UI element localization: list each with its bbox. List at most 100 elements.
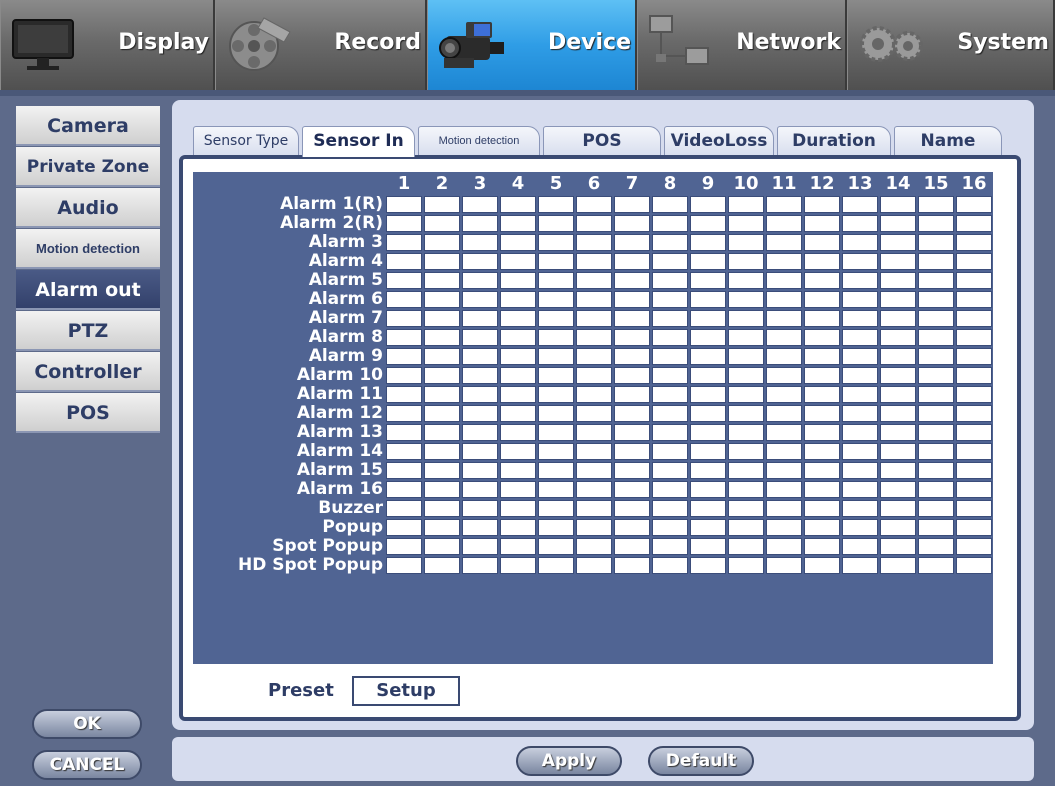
matrix-checkbox-cell[interactable] (500, 291, 536, 308)
matrix-checkbox-cell[interactable] (500, 367, 536, 384)
matrix-checkbox-cell[interactable] (956, 329, 992, 346)
matrix-checkbox-cell[interactable] (956, 253, 992, 270)
tab-motion-detection[interactable]: Motion detection (418, 126, 540, 156)
matrix-checkbox-cell[interactable] (918, 253, 954, 270)
matrix-checkbox-cell[interactable] (804, 386, 840, 403)
matrix-checkbox-cell[interactable] (652, 310, 688, 327)
sidebar-item-private-zone[interactable]: Private Zone (16, 147, 160, 187)
matrix-checkbox-cell[interactable] (842, 462, 878, 479)
matrix-checkbox-cell[interactable] (462, 424, 498, 441)
matrix-checkbox-cell[interactable] (500, 348, 536, 365)
matrix-checkbox-cell[interactable] (880, 291, 916, 308)
matrix-checkbox-cell[interactable] (424, 500, 460, 517)
matrix-checkbox-cell[interactable] (652, 329, 688, 346)
matrix-checkbox-cell[interactable] (652, 253, 688, 270)
matrix-checkbox-cell[interactable] (386, 329, 422, 346)
matrix-checkbox-cell[interactable] (538, 405, 574, 422)
matrix-checkbox-cell[interactable] (576, 481, 612, 498)
matrix-checkbox-cell[interactable] (690, 272, 726, 289)
matrix-checkbox-cell[interactable] (690, 462, 726, 479)
matrix-checkbox-cell[interactable] (538, 310, 574, 327)
matrix-checkbox-cell[interactable] (804, 405, 840, 422)
matrix-checkbox-cell[interactable] (842, 519, 878, 536)
matrix-checkbox-cell[interactable] (424, 557, 460, 574)
matrix-checkbox-cell[interactable] (538, 557, 574, 574)
matrix-checkbox-cell[interactable] (728, 310, 764, 327)
matrix-checkbox-cell[interactable] (728, 329, 764, 346)
matrix-checkbox-cell[interactable] (880, 386, 916, 403)
matrix-checkbox-cell[interactable] (538, 234, 574, 251)
matrix-checkbox-cell[interactable] (424, 196, 460, 213)
tab-pos[interactable]: POS (543, 126, 661, 156)
tab-name[interactable]: Name (894, 126, 1002, 156)
matrix-checkbox-cell[interactable] (766, 215, 802, 232)
matrix-checkbox-cell[interactable] (538, 500, 574, 517)
matrix-checkbox-cell[interactable] (690, 443, 726, 460)
matrix-checkbox-cell[interactable] (538, 329, 574, 346)
matrix-checkbox-cell[interactable] (956, 462, 992, 479)
matrix-checkbox-cell[interactable] (500, 272, 536, 289)
matrix-checkbox-cell[interactable] (690, 557, 726, 574)
matrix-checkbox-cell[interactable] (842, 386, 878, 403)
matrix-checkbox-cell[interactable] (538, 424, 574, 441)
matrix-checkbox-cell[interactable] (956, 557, 992, 574)
matrix-checkbox-cell[interactable] (576, 500, 612, 517)
matrix-checkbox-cell[interactable] (766, 557, 802, 574)
matrix-checkbox-cell[interactable] (804, 310, 840, 327)
matrix-checkbox-cell[interactable] (918, 386, 954, 403)
matrix-checkbox-cell[interactable] (766, 519, 802, 536)
matrix-checkbox-cell[interactable] (766, 196, 802, 213)
matrix-checkbox-cell[interactable] (690, 253, 726, 270)
matrix-checkbox-cell[interactable] (576, 557, 612, 574)
top-tab-record[interactable]: Record (215, 0, 427, 90)
matrix-checkbox-cell[interactable] (880, 215, 916, 232)
matrix-checkbox-cell[interactable] (614, 500, 650, 517)
matrix-checkbox-cell[interactable] (804, 424, 840, 441)
matrix-checkbox-cell[interactable] (386, 348, 422, 365)
sidebar-item-audio[interactable]: Audio (16, 188, 160, 228)
matrix-checkbox-cell[interactable] (880, 500, 916, 517)
matrix-checkbox-cell[interactable] (956, 348, 992, 365)
matrix-checkbox-cell[interactable] (462, 405, 498, 422)
matrix-checkbox-cell[interactable] (576, 462, 612, 479)
matrix-checkbox-cell[interactable] (538, 386, 574, 403)
matrix-checkbox-cell[interactable] (538, 196, 574, 213)
matrix-checkbox-cell[interactable] (766, 310, 802, 327)
matrix-checkbox-cell[interactable] (728, 462, 764, 479)
matrix-checkbox-cell[interactable] (386, 462, 422, 479)
matrix-checkbox-cell[interactable] (614, 310, 650, 327)
matrix-checkbox-cell[interactable] (386, 481, 422, 498)
top-tab-system[interactable]: System (847, 0, 1055, 90)
matrix-checkbox-cell[interactable] (538, 481, 574, 498)
preset-setup-button[interactable]: Setup (352, 676, 460, 706)
matrix-checkbox-cell[interactable] (386, 424, 422, 441)
matrix-checkbox-cell[interactable] (804, 367, 840, 384)
matrix-checkbox-cell[interactable] (614, 481, 650, 498)
matrix-checkbox-cell[interactable] (538, 462, 574, 479)
matrix-checkbox-cell[interactable] (576, 538, 612, 555)
matrix-checkbox-cell[interactable] (576, 519, 612, 536)
matrix-checkbox-cell[interactable] (690, 310, 726, 327)
matrix-checkbox-cell[interactable] (804, 348, 840, 365)
matrix-checkbox-cell[interactable] (386, 500, 422, 517)
matrix-checkbox-cell[interactable] (538, 253, 574, 270)
matrix-checkbox-cell[interactable] (918, 291, 954, 308)
matrix-checkbox-cell[interactable] (956, 405, 992, 422)
matrix-checkbox-cell[interactable] (500, 424, 536, 441)
matrix-checkbox-cell[interactable] (462, 481, 498, 498)
matrix-checkbox-cell[interactable] (386, 215, 422, 232)
matrix-checkbox-cell[interactable] (424, 386, 460, 403)
matrix-checkbox-cell[interactable] (614, 519, 650, 536)
matrix-checkbox-cell[interactable] (728, 367, 764, 384)
sidebar-item-alarm-out[interactable]: Alarm out (16, 270, 160, 310)
matrix-checkbox-cell[interactable] (614, 291, 650, 308)
matrix-checkbox-cell[interactable] (956, 386, 992, 403)
matrix-checkbox-cell[interactable] (804, 329, 840, 346)
matrix-checkbox-cell[interactable] (956, 310, 992, 327)
matrix-checkbox-cell[interactable] (386, 253, 422, 270)
matrix-checkbox-cell[interactable] (614, 405, 650, 422)
matrix-checkbox-cell[interactable] (652, 519, 688, 536)
matrix-checkbox-cell[interactable] (766, 405, 802, 422)
matrix-checkbox-cell[interactable] (614, 443, 650, 460)
matrix-checkbox-cell[interactable] (386, 310, 422, 327)
